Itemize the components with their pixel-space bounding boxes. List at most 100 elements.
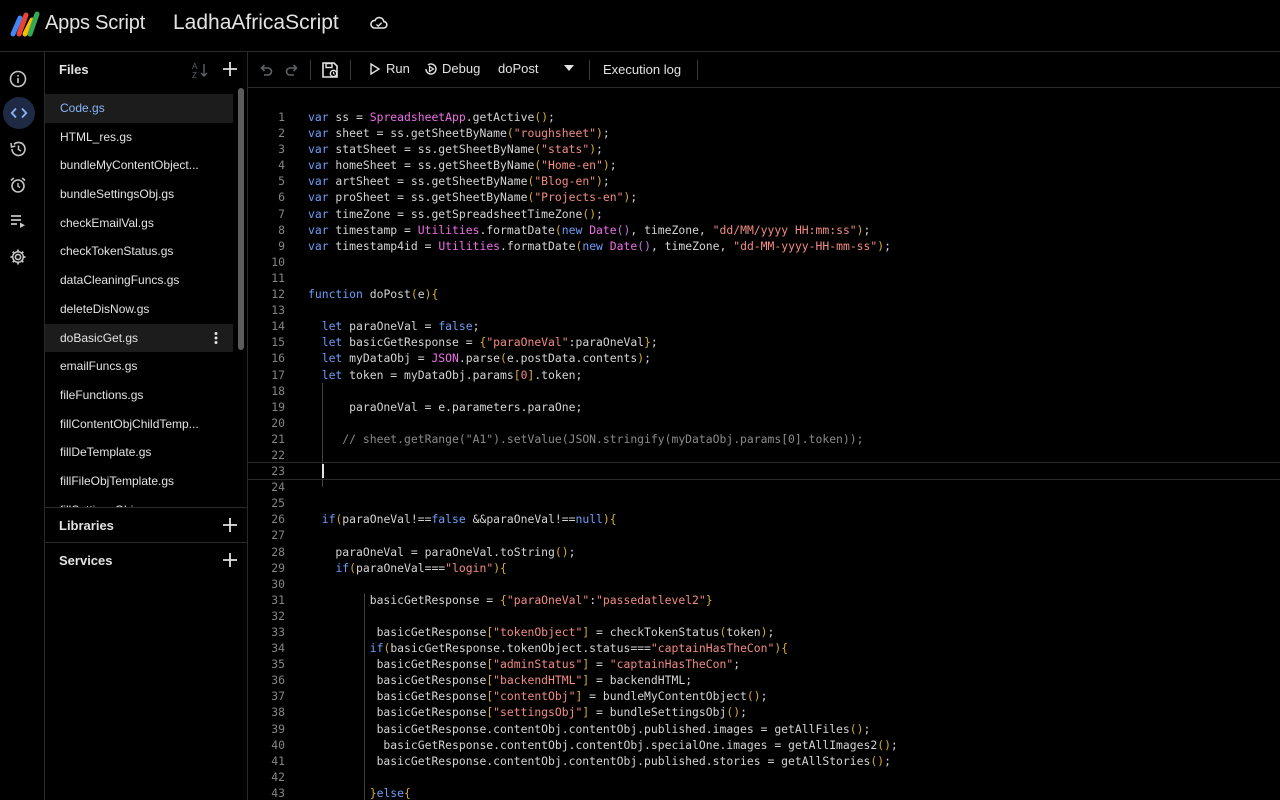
function-select-value: doPost bbox=[498, 61, 539, 76]
file-item[interactable]: HTML_res.gs bbox=[45, 123, 233, 152]
apps-script-logo[interactable] bbox=[10, 10, 40, 38]
code-line[interactable]: 24 bbox=[248, 479, 1280, 495]
file-item[interactable]: fillFileObjTemplate.gs bbox=[45, 467, 233, 496]
add-library-icon[interactable] bbox=[221, 516, 239, 534]
code-line[interactable]: 2 var sheet = ss.getSheetByName("roughshe… bbox=[248, 125, 1280, 141]
file-item[interactable]: Code.gs bbox=[45, 94, 233, 123]
code-line[interactable]: 39 basicGetResponse.contentObj.contentOb… bbox=[248, 721, 1280, 737]
file-list-scrollbar[interactable] bbox=[238, 88, 244, 350]
function-select[interactable]: doPost bbox=[498, 61, 578, 76]
code-text: paraOneVal = e.parameters.paraOne; bbox=[308, 399, 583, 414]
code-line[interactable]: 36 basicGetResponse["backendHTML"] = bac… bbox=[248, 672, 1280, 688]
code-line[interactable]: 12 function doPost(e){ bbox=[248, 286, 1280, 302]
add-file-icon[interactable] bbox=[221, 60, 239, 78]
code-line[interactable]: 25 bbox=[248, 495, 1280, 511]
execution-log-button[interactable]: Execution log bbox=[603, 62, 681, 77]
code-line[interactable]: 28 paraOneVal = paraOneVal.toString(); bbox=[248, 544, 1280, 560]
code-line[interactable]: 22 bbox=[248, 447, 1280, 463]
code-line[interactable]: 10 bbox=[248, 254, 1280, 270]
debug-button[interactable]: Debug bbox=[424, 61, 480, 76]
project-name[interactable]: LadhaAfricaScript bbox=[173, 11, 339, 35]
code-line[interactable]: 16 let myDataObj = JSON.parse(e.postData… bbox=[248, 350, 1280, 366]
code-line[interactable]: 9 var timestamp4id = Utilities.formatDate… bbox=[248, 238, 1280, 254]
project-history-button[interactable] bbox=[4, 135, 32, 163]
code-line[interactable]: 1 var ss = SpreadsheetApp.getActive(); bbox=[248, 109, 1280, 125]
file-item[interactable]: checkEmailVal.gs bbox=[45, 209, 233, 238]
file-item[interactable]: fileFunctions.gs bbox=[45, 381, 233, 410]
code-line[interactable]: 6 var proSheet = ss.getSheetByName("Proje… bbox=[248, 189, 1280, 205]
file-item[interactable]: fillContentObjChildTemp... bbox=[45, 410, 233, 439]
code-line[interactable]: 15 let basicGetResponse = {"paraOneVal":… bbox=[248, 334, 1280, 350]
line-number: 12 bbox=[271, 287, 285, 302]
code-line[interactable]: 17 let token = myDataObj.params[0].token… bbox=[248, 367, 1280, 383]
code-line[interactable]: 21 // sheet.getRange("A1").setValue(JSON… bbox=[248, 431, 1280, 447]
code-line[interactable]: 3 var statSheet = ss.getSheetByName("stat… bbox=[248, 141, 1280, 157]
code-line[interactable]: 34 if(basicGetResponse.tokenObject.statu… bbox=[248, 640, 1280, 656]
code-line[interactable]: 30 bbox=[248, 576, 1280, 592]
code-line[interactable]: 40 basicGetResponse.contentObj.contentOb… bbox=[248, 737, 1280, 753]
code-line[interactable]: 19 paraOneVal = e.parameters.paraOne; bbox=[248, 399, 1280, 415]
code-line[interactable]: 20 bbox=[248, 415, 1280, 431]
code-line[interactable]: 23 bbox=[248, 462, 1280, 481]
services-section[interactable]: Services bbox=[45, 542, 248, 577]
text-cursor bbox=[322, 464, 324, 479]
line-number: 34 bbox=[271, 641, 285, 656]
code-text: if(paraOneVal!==false &&paraOneVal!==nul… bbox=[321, 512, 617, 527]
executions-button[interactable] bbox=[4, 207, 32, 235]
project-settings-button[interactable] bbox=[4, 243, 32, 271]
code-line[interactable]: 32 bbox=[248, 608, 1280, 624]
file-item[interactable]: dataCleaningFuncs.gs bbox=[45, 266, 233, 295]
more-vert-icon[interactable] bbox=[209, 331, 223, 345]
code-line[interactable]: 7 var timeZone = ss.getSpreadsheetTimeZon… bbox=[248, 206, 1280, 222]
files-header: Files A Z bbox=[45, 52, 248, 88]
file-item[interactable]: bundleSettingsObj.gs bbox=[45, 180, 233, 209]
debug-icon bbox=[425, 62, 437, 75]
code-line[interactable]: 41 basicGetResponse.contentObj.contentOb… bbox=[248, 753, 1280, 769]
line-number: 24 bbox=[271, 480, 285, 495]
run-button[interactable]: Run bbox=[368, 61, 410, 76]
file-item[interactable]: bundleMyContentObject... bbox=[45, 151, 233, 180]
code-line[interactable]: 8 var timestamp = Utilities.formatDate(ne… bbox=[248, 222, 1280, 238]
line-number: 38 bbox=[271, 705, 285, 720]
add-service-icon[interactable] bbox=[221, 551, 239, 569]
redo-icon[interactable] bbox=[284, 62, 300, 78]
cloud-saved-icon[interactable] bbox=[370, 15, 388, 31]
code-line[interactable]: 14 let paraOneVal = false; bbox=[248, 318, 1280, 334]
svg-text:A: A bbox=[192, 62, 198, 71]
code-line[interactable]: 29 if(paraOneVal==="login"){ bbox=[248, 560, 1280, 576]
sort-az-icon[interactable]: A Z bbox=[191, 61, 211, 79]
editor-button[interactable] bbox=[3, 97, 35, 129]
triggers-button[interactable] bbox=[4, 171, 32, 199]
code-line[interactable]: 43 }else{ bbox=[248, 785, 1280, 800]
code-line[interactable]: 35 basicGetResponse["adminStatus"] = "ca… bbox=[248, 656, 1280, 672]
line-number: 35 bbox=[271, 657, 285, 672]
code-line[interactable]: 37 basicGetResponse["contentObj"] = bund… bbox=[248, 688, 1280, 704]
code-line[interactable]: 4 var homeSheet = ss.getSheetByName("Home… bbox=[248, 157, 1280, 173]
overview-button[interactable] bbox=[4, 65, 32, 93]
code-line[interactable]: 11 bbox=[248, 270, 1280, 286]
app-name[interactable]: Apps Script bbox=[45, 12, 145, 35]
libraries-section[interactable]: Libraries bbox=[45, 507, 248, 542]
code-text: var timestamp4id = Utilities.formatDate(… bbox=[308, 238, 891, 253]
code-line[interactable]: 13 bbox=[248, 302, 1280, 318]
undo-icon[interactable] bbox=[258, 62, 274, 78]
code-line[interactable]: 5 var artSheet = ss.getSheetByName("Blog-… bbox=[248, 173, 1280, 189]
code-line[interactable]: 18 bbox=[248, 383, 1280, 399]
file-item[interactable]: checkTokenStatus.gs bbox=[45, 237, 233, 266]
file-item[interactable]: emailFuncs.gs bbox=[45, 352, 233, 381]
line-number: 28 bbox=[271, 544, 285, 559]
code-line[interactable]: 26 if(paraOneVal!==false &&paraOneVal!==… bbox=[248, 511, 1280, 527]
code-editor[interactable]: 1 var ss = SpreadsheetApp.getActive(); 2 va… bbox=[248, 88, 1280, 800]
code-line[interactable]: 38 basicGetResponse["settingsObj"] = bun… bbox=[248, 704, 1280, 720]
code-text: basicGetResponse.contentObj.contentObj.p… bbox=[308, 753, 891, 768]
code-line[interactable]: 42 bbox=[248, 769, 1280, 785]
save-icon[interactable] bbox=[321, 61, 339, 79]
code-line[interactable]: 27 bbox=[248, 527, 1280, 543]
line-number: 17 bbox=[271, 367, 285, 382]
file-item[interactable]: deleteDisNow.gs bbox=[45, 295, 233, 324]
code-line[interactable]: 31 basicGetResponse = {"paraOneVal":"pas… bbox=[248, 592, 1280, 608]
code-line[interactable]: 33 basicGetResponse["tokenObject"] = che… bbox=[248, 624, 1280, 640]
file-item[interactable]: fillDeTemplate.gs bbox=[45, 438, 233, 467]
line-number: 31 bbox=[271, 592, 285, 607]
file-item-hovered[interactable]: doBasicGet.gs bbox=[45, 323, 233, 353]
